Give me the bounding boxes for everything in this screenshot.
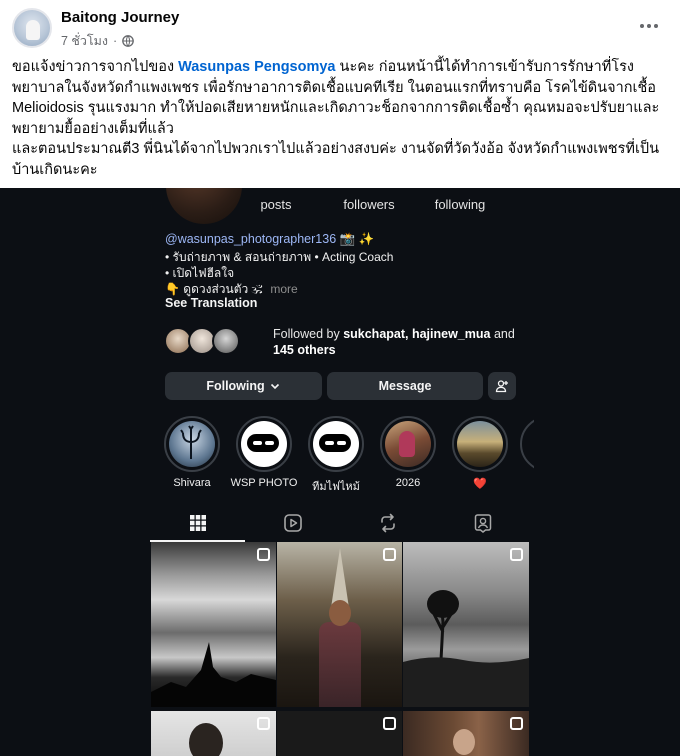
stat-followers[interactable]: followers (334, 188, 404, 212)
stat-followers-count-cropped (334, 188, 404, 196)
highlight-ring (452, 416, 508, 472)
grid-photo-group[interactable] (403, 711, 529, 756)
highlight-fire-team[interactable]: ทีมไฟไหม้ (301, 416, 371, 495)
grid-photo-dark[interactable] (277, 711, 402, 756)
profile-bio: • รับถ่ายภาพ & สอนถ่ายภาพ • Acting Coach… (165, 249, 393, 297)
multi-image-icon (510, 548, 523, 561)
person-body (319, 622, 361, 707)
mention-link[interactable]: Wasunpas Pengsomya (178, 59, 335, 75)
profile-avatar (166, 188, 242, 224)
person-head (189, 723, 223, 756)
following-button[interactable]: Following (165, 372, 322, 400)
follower-avatar (212, 327, 240, 355)
highlight-label: ทีมไฟไหม้ (312, 481, 360, 493)
person-head (453, 729, 475, 755)
tab-reels[interactable] (245, 506, 340, 540)
temple-spire (331, 548, 349, 608)
grid-photo-sky[interactable] (151, 542, 276, 707)
bio-line: 👇 ดูดวงส่วนตัว 🕉 (165, 282, 263, 296)
followed-names: sukchapat, hajinew_mua (343, 327, 491, 341)
meta-separator: · (113, 34, 118, 48)
highlight-ring (308, 416, 364, 472)
globe-icon (122, 35, 135, 47)
chevron-down-icon (270, 383, 279, 390)
multi-image-icon (257, 717, 270, 730)
grid-photo-man[interactable] (151, 711, 276, 756)
profile-handle[interactable]: @wasunpas_photographer136 📸 ✨ (165, 232, 374, 247)
highlight-label: 2026 (395, 477, 421, 489)
highlight-ring (164, 416, 220, 472)
multi-image-icon (257, 548, 270, 561)
author-avatar[interactable] (12, 8, 52, 48)
avatar-figure (26, 20, 40, 40)
stat-following-label: following (434, 197, 486, 212)
highlight-partial[interactable] (520, 416, 534, 472)
highlight-heart[interactable]: ❤️ (445, 416, 515, 490)
instagram-screenshot: posts followers following @wasunpas_phot… (0, 188, 680, 756)
followed-by-text: Followed by sukchapat, hajinew_mua and 1… (273, 326, 523, 358)
multi-image-icon (383, 548, 396, 561)
bio-line-last: 👇 ดูดวงส่วนตัว 🕉 more (165, 281, 393, 297)
more-horizontal-icon[interactable] (634, 14, 664, 38)
tagged-icon (474, 514, 491, 533)
highlight-wsp-photo[interactable]: WSP PHOTO (229, 416, 299, 489)
post-time[interactable]: 7 ชั่วโมง (61, 31, 108, 51)
followed-count: 145 others (273, 343, 336, 357)
highlight-label: Shivara (173, 477, 211, 489)
person-head (329, 600, 351, 626)
post-text: ขอแจ้งข่าวการจากไปของ Wasunpas Pengsomya… (12, 57, 662, 180)
person-figure (399, 431, 415, 457)
followed-by-row[interactable]: Followed by sukchapat, hajinew_mua and 1… (164, 325, 534, 361)
reposts-icon (380, 513, 395, 533)
stat-following[interactable]: following (430, 188, 490, 212)
tab-posts[interactable] (150, 506, 245, 540)
tab-reposts[interactable] (340, 506, 435, 540)
multi-image-icon (383, 717, 396, 730)
stat-posts-count-cropped (252, 188, 300, 196)
ninja-icon (313, 421, 359, 467)
grid-photo-mountains[interactable] (403, 542, 529, 707)
stat-posts: posts (252, 188, 300, 212)
post-header: Baitong Journey 7 ชั่วโมง · (0, 0, 680, 56)
message-button[interactable]: Message (327, 372, 483, 400)
add-user-icon (495, 380, 508, 393)
post-meta: 7 ชั่วโมง · (61, 31, 135, 51)
highlight-ring (380, 416, 436, 472)
stat-followers-label: followers (343, 197, 395, 212)
highlight-cover (457, 421, 503, 467)
see-translation-link[interactable]: See Translation (165, 296, 257, 310)
grid-icon (189, 515, 206, 531)
bio-line: • เปิดไฟฮีลใจ (165, 266, 235, 280)
grid-photo-portrait[interactable] (277, 542, 402, 707)
highlight-label: ❤️ (473, 478, 487, 490)
highlight-cover (169, 421, 215, 467)
post-text-second: และตอนประมาณตี3 พี่นินได้จากไปพวกเราไปแล… (12, 141, 660, 178)
photo-grid (151, 542, 529, 756)
add-user-button[interactable] (488, 372, 516, 400)
followed-and: and (490, 327, 515, 341)
profile-tabs (150, 506, 530, 542)
tree-silhouette (403, 590, 529, 707)
bio-line: • รับถ่ายภาพ & สอนถ่ายภาพ • Acting Coach (165, 250, 394, 264)
following-button-label: Following (206, 379, 265, 393)
reels-icon (283, 514, 302, 532)
stat-posts-label: posts (260, 197, 292, 212)
highlight-cover (385, 421, 431, 467)
post-text-intro: ขอแจ้งข่าวการจากไปของ (12, 59, 179, 75)
multi-image-icon (510, 717, 523, 730)
stat-following-count-cropped (430, 188, 490, 196)
ninja-icon (241, 421, 287, 467)
bio-more-link[interactable]: more (270, 282, 297, 296)
tab-tagged[interactable] (435, 506, 530, 540)
highlight-2026[interactable]: 2026 (373, 416, 443, 489)
author-name[interactable]: Baitong Journey (61, 9, 179, 26)
highlight-ring (236, 416, 292, 472)
highlight-label: WSP PHOTO (230, 477, 298, 489)
trident-icon (180, 425, 202, 459)
followed-prefix: Followed by (273, 327, 344, 341)
temple-silhouette (151, 642, 276, 707)
highlight-shivara[interactable]: Shivara (157, 416, 227, 489)
